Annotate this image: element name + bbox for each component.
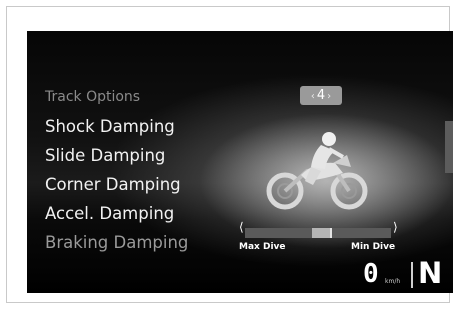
speed-unit: km/h xyxy=(385,278,401,285)
menu-item-braking-damping[interactable]: Braking Damping xyxy=(45,228,188,257)
speed-readout: 0 xyxy=(363,259,379,289)
slider-min-label: Max Dive xyxy=(239,242,286,252)
selector-left-arrow[interactable]: ‹ xyxy=(309,91,317,102)
menu-item-corner-damping[interactable]: Corner Damping xyxy=(45,170,188,199)
slider-level-marker[interactable] xyxy=(312,228,330,238)
track-option-selector[interactable]: ‹ 4 › xyxy=(300,86,342,105)
selector-value: 4 xyxy=(316,88,326,103)
tft-display: Track Options Shock Damping Slide Dampin… xyxy=(27,31,453,293)
menu-item-slide-damping[interactable]: Slide Damping xyxy=(45,141,188,170)
slider-left-bracket: ⟨ xyxy=(239,220,244,234)
slider-center-tick xyxy=(330,228,332,238)
slider-right-bracket: ⟩ xyxy=(393,220,398,234)
menu-item-accel-damping[interactable]: Accel. Damping xyxy=(45,199,188,228)
status-divider xyxy=(411,262,413,288)
side-indicator-bar xyxy=(445,121,453,173)
slider-max-label: Min Dive xyxy=(351,242,396,252)
menu-item-track-options[interactable]: Track Options xyxy=(45,83,188,112)
menu-item-shock-damping[interactable]: Shock Damping xyxy=(45,112,188,141)
dashboard-frame: Track Options Shock Damping Slide Dampin… xyxy=(6,6,453,303)
slider-track[interactable] xyxy=(245,228,391,238)
damping-menu: Track Options Shock Damping Slide Dampin… xyxy=(45,83,188,257)
motorcycle-rider-icon xyxy=(266,132,368,210)
selector-right-arrow[interactable]: › xyxy=(325,91,333,102)
gear-indicator: N xyxy=(418,256,443,290)
